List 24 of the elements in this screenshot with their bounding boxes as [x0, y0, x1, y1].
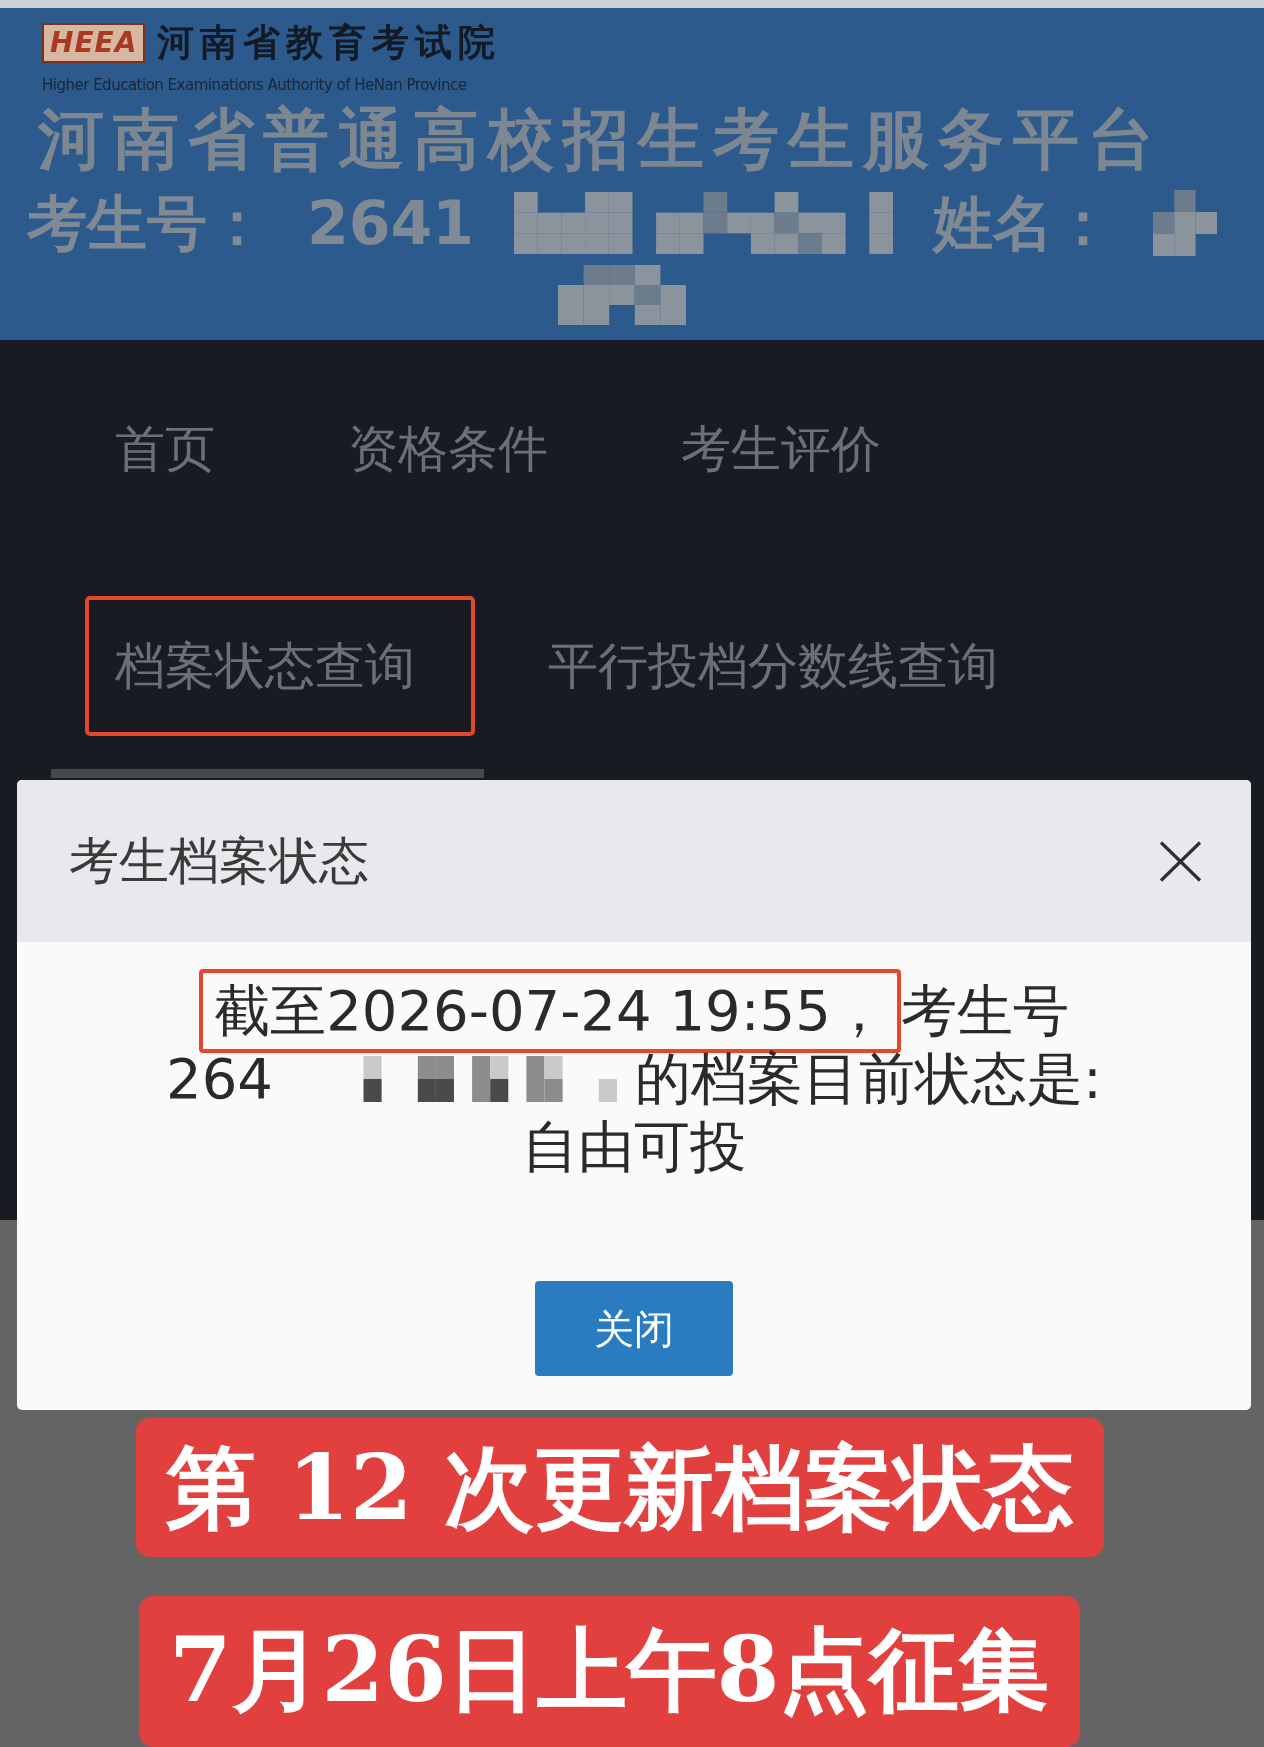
close-icon [1159, 840, 1202, 882]
nav-tab[interactable]: 考生评价 [681, 419, 881, 479]
dismiss-button[interactable] [1159, 840, 1202, 882]
header-info-text: 2641 [307, 187, 474, 259]
header-info-text: 姓名： [933, 187, 1113, 259]
nav-tab[interactable]: 平行投档分数线查询 [548, 636, 998, 696]
caption-banner: 7月26日上午8点征集 [139, 1596, 1080, 1747]
caption-banner: 第 12 次更新档案状态 [136, 1418, 1104, 1557]
message-text: 的档案目前状态是: [635, 1045, 1102, 1113]
pixelated-redaction [1153, 190, 1217, 256]
site-title: 河南省普通高校招生考生服务平台 [38, 100, 1163, 179]
message-text: 264 [166, 1045, 273, 1113]
logo: HEEA [42, 23, 146, 63]
message-text: 自由可投 [522, 1113, 746, 1181]
nav-tab[interactable]: 档案状态查询 [115, 636, 415, 696]
organization-subtitle: Higher Education Examinations Authority of HeNan Province [42, 76, 467, 94]
message-text: 考生号 [900, 977, 1069, 1045]
close-button[interactable]: 关闭 [535, 1281, 733, 1376]
dialog-title: 考生档案状态 [69, 831, 369, 891]
nav-tab[interactable]: 资格条件 [348, 419, 548, 479]
nav-tab[interactable]: 首页 [115, 419, 215, 479]
organization-name: 河南省教育考试院 [157, 22, 502, 64]
header-info-text: 考生号： [27, 187, 267, 259]
message-text: 截至2026-07-24 19:55， [214, 978, 887, 1043]
